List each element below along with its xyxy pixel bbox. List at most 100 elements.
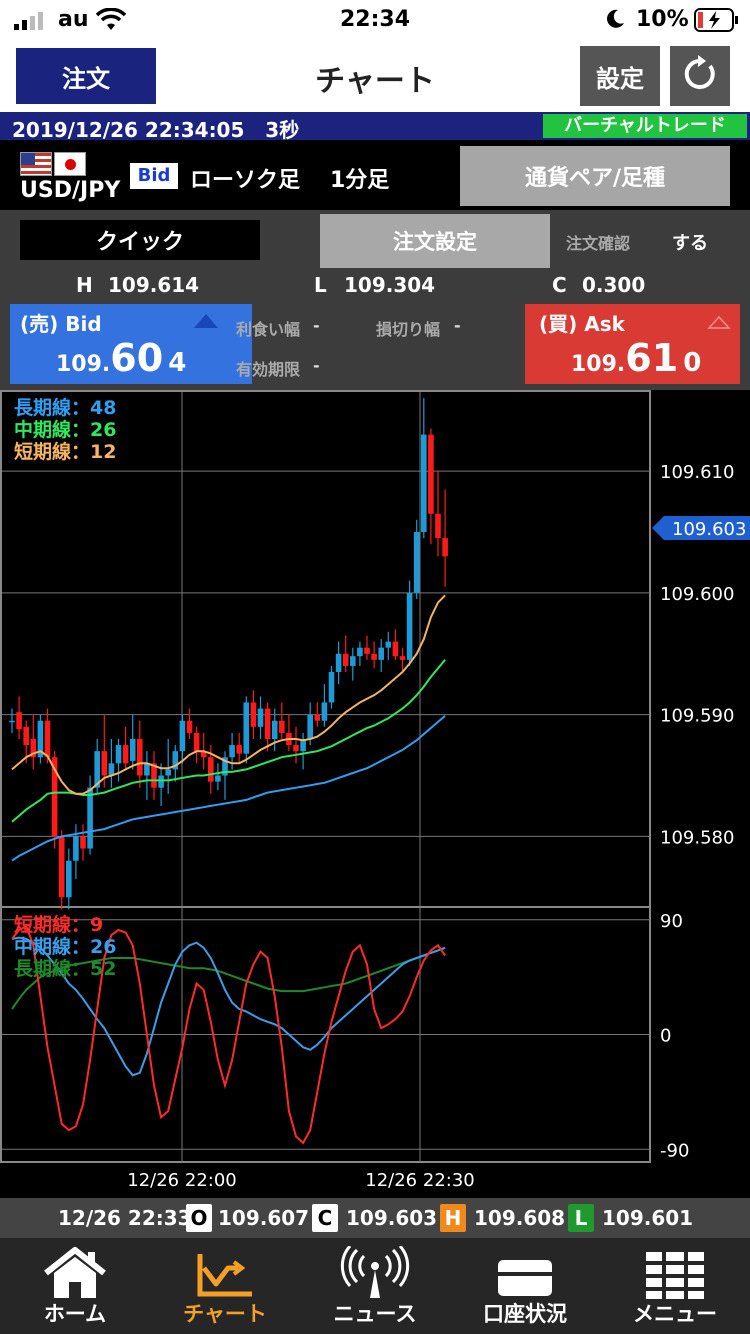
high-badge: H — [440, 1204, 466, 1232]
candle-body — [229, 745, 235, 758]
candle-body — [23, 726, 29, 746]
candle-body — [137, 738, 143, 776]
current-datetime: 2019/12/26 22:34:05 3秒 — [12, 118, 300, 142]
candle-body — [321, 702, 328, 721]
order-confirm-toggle[interactable]: する — [672, 229, 708, 255]
candle-body — [371, 653, 377, 660]
close-label: C — [552, 273, 567, 297]
candle-body — [314, 714, 321, 721]
bid-price: 109.60 4 — [56, 336, 187, 380]
candle-body — [442, 538, 448, 557]
timeframe-label[interactable]: 1分足 — [330, 162, 389, 194]
candle-body — [243, 702, 250, 754]
oscillator-tick-label: 90 — [660, 911, 683, 932]
candle-body — [158, 775, 164, 788]
nav-news[interactable]: ニュース — [300, 1238, 450, 1334]
quick-order-button[interactable]: クイック — [20, 220, 260, 260]
order-panel: クイック 注文設定 注文確認 する H 109.614 L 109.304 C … — [0, 210, 750, 390]
chart-canvas[interactable]: 109.610 109.600 109.590 109.580 90 0 -90 12/2… — [0, 390, 750, 1198]
ask-buy-button[interactable]: (買) Ask 109.61 0 — [525, 304, 740, 384]
price-tick-label: 109.600 — [660, 584, 734, 605]
time-tick-label: 12/26 22:00 — [127, 1170, 236, 1191]
stop-loss-label: 損切り幅 — [376, 320, 441, 339]
ohlc-time: 12/26 22:33 — [58, 1206, 192, 1230]
home-icon — [40, 1246, 110, 1300]
moving-average-series — [11, 594, 446, 862]
nav-menu[interactable]: メニュー — [600, 1238, 750, 1334]
candle-body — [342, 653, 349, 666]
pair-row: USD/JPY Bid ローソク足 1分足 通貨ペア/足種 — [0, 140, 750, 210]
chart-type-label[interactable]: ローソク足 — [190, 162, 300, 194]
price-tick-label: 109.580 — [660, 827, 734, 848]
oscillator-tick-label: 0 — [660, 1026, 671, 1047]
candle-body — [364, 647, 370, 654]
candle-body — [406, 592, 413, 660]
virtual-trade-badge: バーチャルトレード — [543, 114, 747, 138]
ask-label: (買) Ask — [539, 312, 625, 336]
candle-body — [186, 720, 193, 733]
candle-body — [264, 708, 271, 739]
oscillator-axis: 90 0 -90 — [660, 911, 689, 1162]
refresh-button[interactable] — [670, 46, 730, 106]
candle-body — [208, 757, 214, 782]
ask-up-triangle-icon — [707, 314, 731, 333]
account-icon — [490, 1246, 560, 1300]
currency-pair: USD/JPY — [20, 178, 121, 203]
chart-area[interactable]: 109.610 109.600 109.590 109.580 90 0 -90 12/2… — [0, 390, 750, 1198]
candle-body — [250, 702, 257, 727]
candle-body — [435, 513, 441, 539]
low-badge: L — [568, 1204, 594, 1232]
candle-body — [350, 656, 356, 666]
take-profit-label: 利食い幅 — [236, 320, 301, 339]
pair-timeframe-button[interactable]: 通貨ペア/足種 — [460, 146, 730, 206]
settings-button[interactable]: 設定 — [580, 46, 660, 106]
us-flag-icon — [20, 152, 52, 176]
ohlc-info-bar: 12/26 22:33 O 109.607 C 109.603 H 109.60… — [0, 1198, 750, 1238]
legend-osc-long: 長期線：52 — [14, 957, 116, 980]
moon-icon — [604, 8, 626, 34]
date-bar: 2019/12/26 22:34:05 3秒 バーチャルトレード — [0, 112, 750, 142]
bid-label: (売) Bid — [20, 312, 102, 336]
candle-body — [236, 745, 242, 754]
nav-home[interactable]: ホーム — [0, 1238, 150, 1334]
open-value: 109.607 — [218, 1206, 310, 1230]
menu-icon — [640, 1246, 710, 1300]
current-price-label: 109.603 — [672, 519, 746, 540]
legend-long-ma: 長期線：48 — [14, 396, 116, 419]
price-type-tag[interactable]: Bid — [130, 163, 178, 189]
bid-sell-button[interactable]: (売) Bid 109.60 4 — [10, 304, 252, 384]
order-confirm-label: 注文確認 — [566, 234, 631, 253]
order-settings-button[interactable]: 注文設定 — [320, 214, 550, 268]
candle-body — [115, 745, 122, 764]
app-header: 注文 チャート 設定 — [0, 40, 750, 112]
candle-body — [58, 836, 65, 898]
ask-price: 109.61 0 — [571, 336, 702, 380]
stop-loss-value: - — [454, 316, 461, 335]
candle-body — [378, 647, 384, 660]
nav-chart[interactable]: チャート — [150, 1238, 300, 1334]
candle-body — [357, 647, 363, 657]
candle-body — [257, 708, 264, 727]
short-ma-line — [11, 594, 446, 795]
candle-body — [9, 720, 15, 723]
candle-body — [73, 836, 79, 861]
take-profit-value: - — [313, 316, 320, 335]
candle-body — [87, 787, 93, 849]
jp-flag-icon — [54, 152, 86, 176]
legend-mid-ma: 中期線：26 — [14, 418, 116, 441]
candle-body — [428, 434, 434, 514]
battery-percent: 10% — [636, 7, 689, 32]
current-price-marker: 109.603 — [652, 516, 750, 540]
candle-body — [335, 653, 342, 673]
candle-body — [16, 712, 22, 730]
price-tick-label: 109.590 — [660, 706, 734, 727]
low-label: L — [314, 273, 327, 297]
expiry-label: 有効期限 — [236, 360, 301, 379]
candle-body — [215, 775, 221, 782]
close-value-info: 109.603 — [346, 1206, 438, 1230]
candle-body — [413, 532, 420, 593]
bid-up-triangle-icon — [194, 314, 218, 328]
nav-account[interactable]: 口座状況 — [450, 1238, 600, 1334]
candle-body — [385, 641, 392, 648]
low-value-info: 109.601 — [602, 1206, 694, 1230]
